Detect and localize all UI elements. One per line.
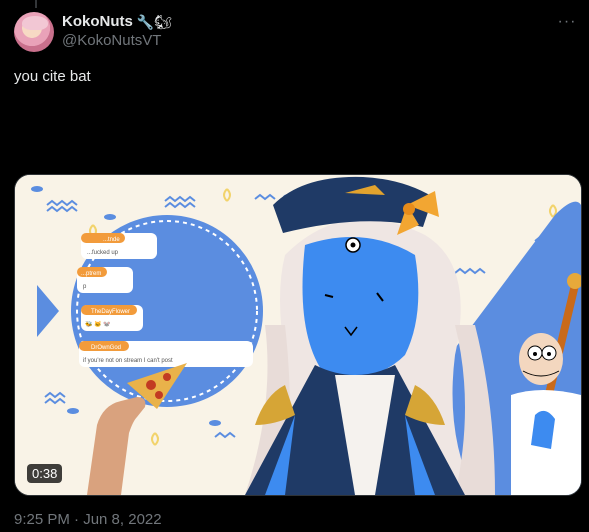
chat-message: ...tnde ...fucked up <box>81 233 157 259</box>
chat-message: DrOwnGod if you're not on stream I can't… <box>79 341 253 367</box>
author-name-row[interactable]: KokoNuts 🔧🐿 <box>62 13 172 30</box>
author-handle[interactable]: @KokoNutsVT <box>62 32 161 49</box>
author-display-name[interactable]: KokoNuts <box>62 13 133 30</box>
chat-message: ...ptrem p <box>77 267 133 293</box>
chat-username: ...ptrem <box>81 271 101 277</box>
thread-connector-line <box>35 0 37 8</box>
chat-text: ...fucked up <box>87 250 119 256</box>
chat-username: TheDayFlower <box>91 309 130 315</box>
author-avatar[interactable] <box>14 12 54 52</box>
video-player[interactable]: ...tnde ...fucked up ...ptrem p TheDayFl… <box>14 174 582 496</box>
video-duration-badge: 0:38 <box>27 464 63 483</box>
chat-username: ...tnde <box>103 237 120 243</box>
chat-text: if you're not on stream I can't post <box>83 358 173 364</box>
tweet-timestamp[interactable]: 9:25 PM · Jun 8, 2022 <box>14 511 162 528</box>
video-thumbnail: ...tnde ...fucked up ...ptrem p TheDayFl… <box>15 175 581 495</box>
tweet-text: you cite bat <box>14 68 91 85</box>
name-emoji-badges: 🔧🐿 <box>136 13 173 30</box>
chat-username: DrOwnGod <box>91 345 121 351</box>
chat-text: 🐝 🐱 🐭 <box>85 320 111 328</box>
chat-message: TheDayFlower 🐝 🐱 🐭 <box>81 305 143 331</box>
more-options-icon[interactable]: ··· <box>557 12 577 32</box>
